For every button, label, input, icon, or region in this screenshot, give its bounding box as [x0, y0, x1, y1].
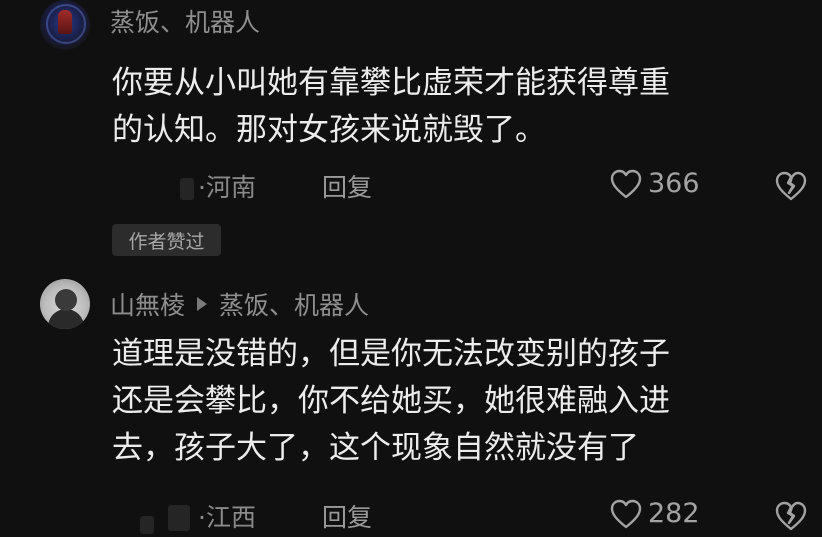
- avatar-body: [48, 309, 84, 329]
- like-button[interactable]: 282: [610, 498, 700, 529]
- dislike-button[interactable]: [775, 171, 807, 205]
- dislike-button[interactable]: [775, 501, 807, 535]
- comment-thread: 蒸饭、机器人 你要从小叫她有靠攀比虚荣才能获得尊重 的认知。那对女孩来说就毁了。…: [0, 0, 822, 537]
- comment-line: 的认知。那对女孩来说就毁了。: [112, 112, 546, 148]
- author-liked-badge: 作者赞过: [112, 224, 221, 256]
- broken-heart-icon: [775, 171, 807, 201]
- comment-username[interactable]: 蒸饭、机器人: [110, 3, 260, 39]
- comment-location: ·河南: [198, 173, 256, 202]
- reply-arrow-icon: [197, 297, 208, 311]
- reply-to-username[interactable]: 蒸饭、机器人: [219, 286, 369, 322]
- comment-body: 你要从小叫她有靠攀比虚荣才能获得尊重 的认知。那对女孩来说就毁了。: [112, 60, 670, 154]
- comment-username[interactable]: 山無棱 蒸饭、机器人: [110, 286, 369, 322]
- like-count: 366: [648, 168, 700, 199]
- like-count: 282: [648, 498, 700, 529]
- username-text[interactable]: 山無棱: [110, 286, 185, 322]
- like-button[interactable]: 366: [610, 168, 700, 199]
- blurred-icon: [168, 505, 190, 531]
- comment-line: 去，孩子大了，这个现象自然就没有了: [112, 430, 639, 466]
- avatar[interactable]: [40, 279, 90, 329]
- heart-outline-icon: [610, 169, 642, 198]
- blurred-icon: [140, 516, 154, 534]
- comment-line: 还是会攀比，你不给她买，她很难融入进: [112, 383, 670, 419]
- comment-line: 道理是没错的，但是你无法改变别的孩子: [112, 336, 670, 372]
- avatar-figure: [58, 10, 72, 34]
- heart-outline-icon: [610, 499, 642, 528]
- comment-body: 道理是没错的，但是你无法改变别的孩子 还是会攀比，你不给她买，她很难融入进 去，…: [112, 331, 670, 472]
- blurred-icon: [180, 178, 194, 200]
- avatar[interactable]: [40, 0, 90, 50]
- username-text[interactable]: 蒸饭、机器人: [110, 3, 260, 39]
- comment-line: 你要从小叫她有靠攀比虚荣才能获得尊重: [112, 65, 670, 101]
- avatar-head: [55, 289, 77, 311]
- comment-location: ·江西: [198, 503, 256, 532]
- reply-button[interactable]: 回复: [322, 498, 372, 534]
- broken-heart-icon: [775, 501, 807, 531]
- reply-button[interactable]: 回复: [322, 168, 372, 204]
